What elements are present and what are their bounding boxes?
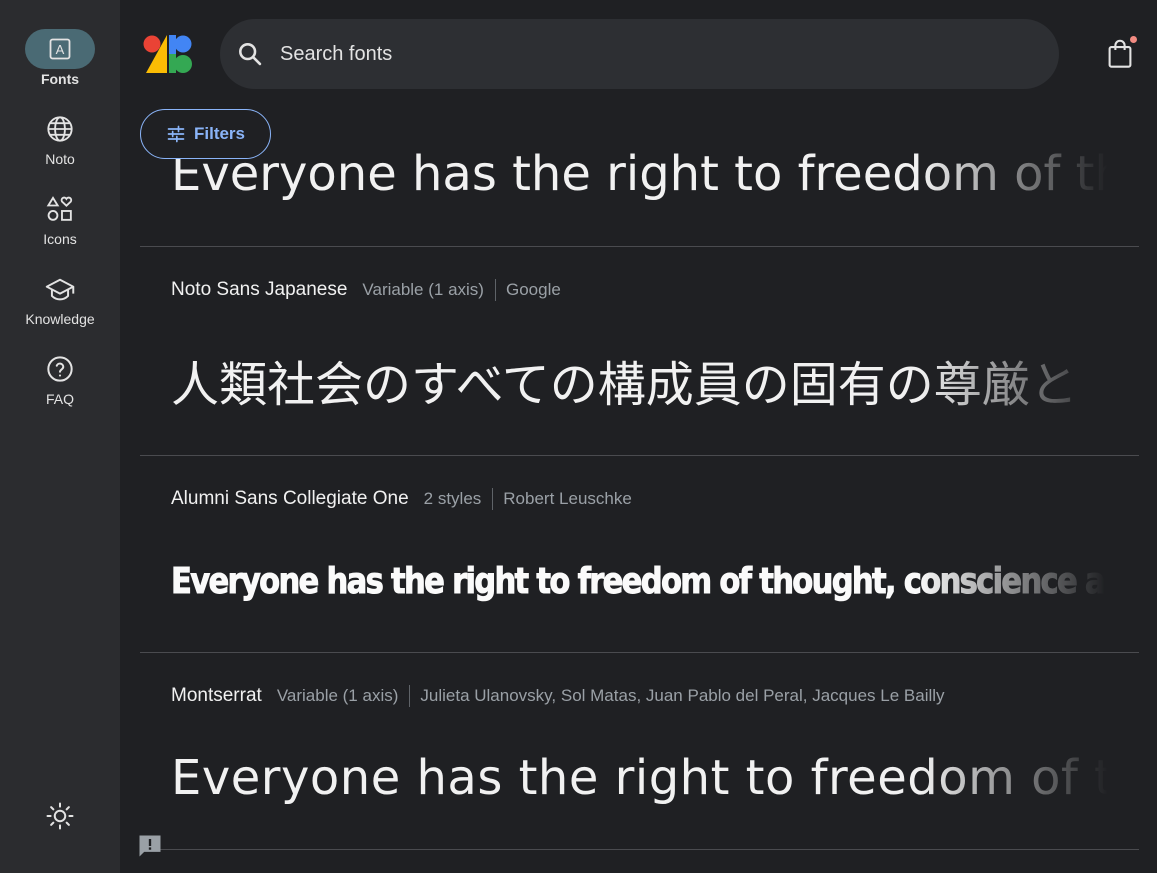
fonts-icon: A: [25, 29, 95, 69]
search-input[interactable]: [280, 42, 980, 66]
search-icon: [239, 43, 262, 66]
divider: [140, 849, 1139, 850]
nav-label-knowledge: Knowledge: [25, 311, 95, 327]
font-sample: Everyone has the right to freedom of tho…: [171, 561, 1106, 603]
font-name: Alumni Sans Collegiate One: [171, 488, 409, 509]
font-styles: Variable (1 axis): [277, 685, 411, 707]
nav-item-noto[interactable]: Noto: [0, 109, 120, 167]
font-author: Julieta Ulanovsky, Sol Matas, Juan Pablo…: [420, 686, 945, 705]
font-list: Everyone has the right to freedom of tho…: [140, 140, 1139, 873]
font-styles: 2 styles: [424, 488, 494, 510]
help-circle-icon: [25, 349, 95, 389]
divider: [140, 246, 1139, 247]
nav-item-fonts[interactable]: A Fonts: [0, 29, 120, 87]
font-name: Montserrat: [171, 685, 262, 706]
font-meta: Noto Sans Japanese Variable (1 axis) Goo…: [171, 279, 561, 301]
font-sample: Everyone has the right to freedom of tho…: [171, 750, 1108, 806]
shopping-bag-button[interactable]: [1100, 36, 1140, 72]
filters-label: Filters: [193, 124, 246, 143]
nav-label-noto: Noto: [45, 151, 75, 167]
nav-item-faq[interactable]: FAQ: [0, 349, 120, 407]
nav-label-icons: Icons: [43, 231, 77, 247]
font-author: Google: [505, 280, 561, 299]
graduation-cap-icon: [25, 269, 95, 309]
globe-icon: [25, 109, 95, 149]
google-fonts-logo[interactable]: [142, 33, 194, 75]
nav-label-fonts: Fonts: [40, 71, 80, 87]
brightness-icon[interactable]: [44, 800, 76, 832]
nav-label-faq: FAQ: [45, 391, 74, 407]
font-meta: Montserrat Variable (1 axis) Julieta Ula…: [171, 685, 945, 707]
nav-item-icons[interactable]: Icons: [0, 189, 120, 247]
feedback-icon[interactable]: [136, 832, 164, 860]
font-sample: 人類社会のすべての構成員の固有の尊厳と: [171, 357, 1078, 413]
notification-badge: [1130, 36, 1137, 43]
divider: [140, 455, 1139, 456]
search-bar[interactable]: [220, 19, 1059, 89]
font-sample: Everyone has the right to freedom of tho…: [171, 146, 1108, 202]
font-meta: Alumni Sans Collegiate One 2 styles Robe…: [171, 488, 632, 510]
font-author: Robert Leuschke: [503, 489, 632, 508]
side-navigation-rail: A Fonts Noto Icons Knowledge FAQ: [0, 0, 120, 873]
font-styles: Variable (1 axis): [362, 279, 496, 301]
shapes-icon: [25, 189, 95, 229]
filters-button[interactable]: Filters: [140, 109, 271, 159]
font-name: Noto Sans Japanese: [171, 279, 348, 300]
shopping-bag-icon: [1108, 39, 1132, 68]
svg-text:A: A: [56, 42, 65, 57]
divider: [140, 652, 1139, 653]
nav-item-knowledge[interactable]: Knowledge: [0, 269, 120, 327]
tune-icon: [167, 125, 185, 143]
